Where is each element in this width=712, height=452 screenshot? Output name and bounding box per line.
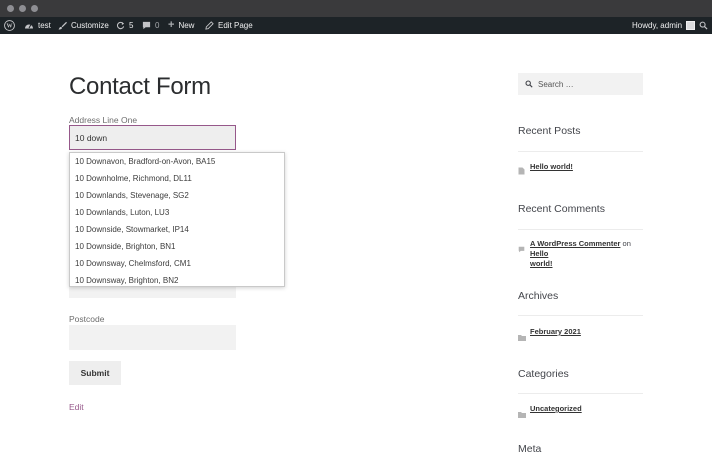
archive-link[interactable]: February 2021 xyxy=(530,327,581,337)
folder-icon xyxy=(518,405,526,418)
category-link[interactable]: Uncategorized xyxy=(530,404,582,414)
wordpress-logo-icon: W xyxy=(4,20,15,31)
paintbrush-icon xyxy=(58,21,67,30)
autocomplete-option[interactable]: 10 Downlands, Luton, LU3 xyxy=(75,208,169,217)
on-word: on xyxy=(622,239,631,248)
edit-page-label: Edit Page xyxy=(218,21,253,30)
dashboard-gauge-icon xyxy=(24,21,34,30)
adminbar-search-button[interactable] xyxy=(699,17,708,34)
svg-text:W: W xyxy=(6,24,12,30)
updates-button[interactable]: 5 xyxy=(116,17,133,34)
archives-title: Archives xyxy=(518,290,559,302)
customize-button[interactable]: Customize xyxy=(58,17,109,34)
minimize-window-dot[interactable] xyxy=(19,5,26,12)
autocomplete-option[interactable]: 10 Downavon, Bradford-on-Avon, BA15 xyxy=(75,157,215,166)
comment-bubble-icon xyxy=(142,21,151,30)
autocomplete-option[interactable]: 10 Downside, Stowmarket, IP14 xyxy=(75,225,189,234)
close-window-dot[interactable] xyxy=(7,5,14,12)
howdy-label: Howdy, admin xyxy=(632,21,683,30)
widget-divider xyxy=(518,315,643,316)
comment-post-link-cont[interactable]: world! xyxy=(530,259,553,268)
sidebar-search-input[interactable]: Search … xyxy=(518,73,643,95)
address-autocomplete-dropdown: 10 Downavon, Bradford-on-Avon, BA15 10 D… xyxy=(69,152,285,287)
wp-logo-button[interactable]: W xyxy=(4,17,15,34)
edit-link[interactable]: Edit xyxy=(69,402,84,412)
recent-comment-entry: A WordPress Commenter on Hello world! xyxy=(530,239,642,269)
widget-divider xyxy=(518,151,643,152)
autocomplete-option[interactable]: 10 Downholme, Richmond, DL11 xyxy=(75,174,192,183)
my-account-menu[interactable]: Howdy, admin xyxy=(632,17,696,34)
submit-button[interactable]: Submit xyxy=(69,361,121,385)
widget-divider xyxy=(518,393,643,394)
recent-comments-title: Recent Comments xyxy=(518,203,605,215)
postcode-input[interactable] xyxy=(69,325,236,350)
search-icon xyxy=(699,21,708,30)
refresh-icon xyxy=(116,21,125,30)
widget-divider xyxy=(518,229,643,230)
address-line-one-input[interactable] xyxy=(69,125,236,150)
autocomplete-option[interactable]: 10 Downsway, Brighton, BN2 xyxy=(75,276,178,285)
comment-post-link[interactable]: Hello xyxy=(530,249,548,258)
window-titlebar xyxy=(0,0,712,17)
meta-title: Meta xyxy=(518,443,542,452)
commenter-link[interactable]: A WordPress Commenter xyxy=(530,239,620,248)
recent-posts-title: Recent Posts xyxy=(518,125,581,137)
comment-bubble-icon xyxy=(518,240,525,253)
plus-icon: + xyxy=(168,19,175,31)
autocomplete-option[interactable]: 10 Downside, Brighton, BN1 xyxy=(75,242,176,251)
folder-icon xyxy=(518,328,526,341)
pencil-icon xyxy=(205,21,214,30)
avatar xyxy=(686,21,696,30)
search-placeholder: Search … xyxy=(538,79,574,89)
autocomplete-option[interactable]: 10 Downlands, Stevenage, SG2 xyxy=(75,191,189,200)
maximize-window-dot[interactable] xyxy=(31,5,38,12)
new-label: New xyxy=(178,21,195,30)
postcode-label: Postcode xyxy=(69,314,105,324)
categories-title: Categories xyxy=(518,368,569,380)
comments-count: 0 xyxy=(155,21,160,30)
comments-button[interactable]: 0 xyxy=(142,17,159,34)
address-line-one-label: Address Line One xyxy=(69,115,138,125)
updates-count: 5 xyxy=(129,21,134,30)
search-icon xyxy=(525,75,533,93)
wp-admin-bar: W test Customize 5 0 + New Edit Page How… xyxy=(0,17,712,34)
page-title: Contact Form xyxy=(69,73,211,100)
customize-label: Customize xyxy=(71,21,109,30)
autocomplete-option[interactable]: 10 Downsway, Chelmsford, CM1 xyxy=(75,259,191,268)
site-name-label: test xyxy=(38,21,51,30)
edit-page-button[interactable]: Edit Page xyxy=(205,17,253,34)
recent-post-link[interactable]: Hello world! xyxy=(530,162,573,172)
site-name-menu[interactable]: test xyxy=(24,17,51,34)
document-icon xyxy=(518,162,525,175)
new-content-button[interactable]: + New xyxy=(168,17,194,34)
